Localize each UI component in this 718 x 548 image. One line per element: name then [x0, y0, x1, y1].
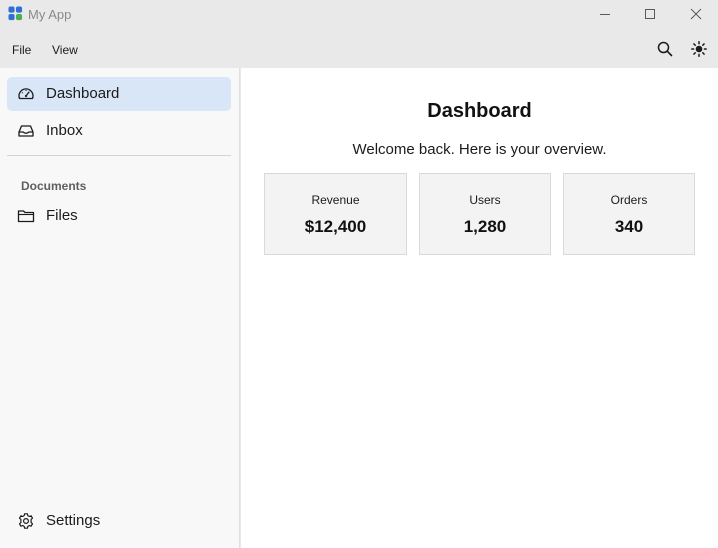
minimize-icon — [600, 14, 610, 15]
minimize-button[interactable] — [582, 0, 628, 28]
close-icon — [690, 8, 702, 20]
sidebar-item-label: Files — [46, 207, 78, 224]
folder-icon — [17, 207, 35, 225]
search-button[interactable] — [656, 40, 674, 58]
inbox-icon — [17, 122, 35, 140]
stat-value: 340 — [614, 217, 644, 236]
stat-card-revenue: Revenue $12,400 — [264, 173, 407, 255]
stat-value: 1,280 — [463, 217, 507, 236]
maximize-button[interactable] — [627, 0, 673, 28]
sidebar-item-settings[interactable]: Settings — [7, 504, 231, 538]
window-title: My App — [28, 7, 72, 22]
stat-card-users: Users 1,280 — [419, 173, 551, 255]
sidebar-item-label: Dashboard — [46, 85, 120, 102]
menu-file[interactable]: File — [12, 43, 31, 57]
sidebar-item-label: Inbox — [46, 122, 83, 139]
stat-label: Revenue — [311, 193, 360, 207]
page-subtitle: Welcome back. Here is your overview. — [352, 141, 607, 158]
sidebar-item-files[interactable]: Files — [7, 199, 231, 233]
page-title: Dashboard — [427, 100, 532, 122]
app-window: My App File View Dashboard Inbox Documen… — [0, 0, 718, 548]
menu-bar: File View — [0, 30, 718, 68]
close-button[interactable] — [673, 0, 718, 28]
gear-icon — [17, 512, 35, 530]
theme-toggle-button[interactable] — [690, 40, 708, 58]
sidebar-item-label: Settings — [46, 512, 101, 529]
app-logo-icon — [8, 6, 23, 21]
title-bar[interactable]: My App — [0, 0, 718, 30]
sidebar-divider — [7, 155, 231, 156]
sidebar-item-dashboard[interactable]: Dashboard — [7, 77, 231, 111]
maximize-icon — [645, 9, 655, 19]
menu-view[interactable]: View — [52, 43, 78, 57]
stat-label: Users — [469, 193, 501, 207]
sidebar-item-inbox[interactable]: Inbox — [7, 114, 231, 148]
stat-card-orders: Orders 340 — [563, 173, 695, 255]
main-content: Dashboard Welcome back. Here is your ove… — [241, 68, 718, 548]
sidebar: Dashboard Inbox Documents Files Settings — [0, 68, 240, 548]
search-icon — [657, 41, 673, 57]
sun-icon — [691, 41, 707, 57]
stat-value: $12,400 — [304, 217, 367, 236]
section-header-documents: Documents — [21, 179, 87, 193]
stat-label: Orders — [610, 193, 648, 207]
gauge-icon — [17, 85, 35, 103]
